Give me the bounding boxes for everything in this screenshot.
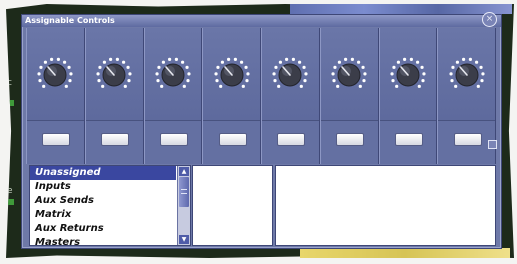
- control-strip: [378, 28, 438, 164]
- select-button[interactable]: [453, 133, 482, 146]
- background-footer: [300, 248, 510, 258]
- control-strip: [202, 28, 261, 164]
- select-button[interactable]: [277, 133, 306, 146]
- knob-area: [27, 28, 84, 121]
- select-button[interactable]: [101, 133, 130, 146]
- close-icon[interactable]: ×: [482, 12, 497, 27]
- select-button[interactable]: [42, 133, 71, 146]
- knob-area: [144, 28, 202, 121]
- rotary-knob-icon[interactable]: [389, 56, 427, 94]
- channel-list[interactable]: [192, 165, 273, 246]
- list-item[interactable]: Masters: [30, 236, 176, 245]
- select-button[interactable]: [159, 133, 188, 146]
- control-strips: [26, 28, 496, 164]
- rotary-knob-icon[interactable]: [95, 56, 133, 94]
- list-item[interactable]: Unassigned: [30, 166, 176, 180]
- list-item[interactable]: Aux Sends: [30, 194, 176, 208]
- control-strip: [26, 28, 85, 164]
- resize-corner-icon[interactable]: [488, 140, 497, 149]
- control-strip: [261, 28, 320, 164]
- select-button[interactable]: [336, 133, 365, 146]
- select-button[interactable]: [394, 133, 423, 146]
- knob-area: [379, 28, 437, 121]
- rotary-knob-icon[interactable]: [448, 56, 486, 94]
- list-item[interactable]: Inputs: [30, 180, 176, 194]
- scroll-down-icon[interactable]: ▼: [179, 235, 189, 244]
- background-indicator: [6, 199, 14, 205]
- scroll-thumb[interactable]: [179, 177, 189, 207]
- knob-area: [438, 28, 495, 121]
- knob-area: [262, 28, 319, 121]
- rotary-knob-icon[interactable]: [271, 56, 309, 94]
- window-titlebar[interactable]: Assignable Controls ×: [22, 12, 501, 27]
- category-list[interactable]: Unassigned Inputs Aux Sends Matrix Aux Retur…: [29, 165, 191, 246]
- list-item[interactable]: Aux Returns: [30, 222, 176, 236]
- background-label: e: [7, 186, 13, 196]
- select-button[interactable]: [218, 133, 247, 146]
- assignable-controls-window: Assignable Controls × Unassigned Inputs Au…: [21, 12, 502, 249]
- background-toolbar: [290, 4, 512, 14]
- parameter-list[interactable]: [275, 165, 496, 246]
- category-scrollbar[interactable]: ▲ ▼: [177, 166, 190, 245]
- knob-area: [85, 28, 143, 121]
- control-strip: [143, 28, 203, 164]
- background-indicator: [6, 100, 14, 106]
- list-item[interactable]: Matrix: [30, 208, 176, 222]
- assignment-lists: Unassigned Inputs Aux Sends Matrix Aux Retur…: [29, 165, 496, 246]
- background-label: c: [7, 78, 12, 88]
- rotary-knob-icon[interactable]: [330, 56, 368, 94]
- window-title: Assignable Controls: [25, 16, 115, 25]
- knob-area: [320, 28, 378, 121]
- rotary-knob-icon[interactable]: [213, 56, 251, 94]
- rotary-knob-icon[interactable]: [154, 56, 192, 94]
- scroll-up-icon[interactable]: ▲: [179, 167, 189, 176]
- control-strip: [319, 28, 379, 164]
- control-strip: [84, 28, 144, 164]
- knob-area: [203, 28, 260, 121]
- rotary-knob-icon[interactable]: [36, 56, 74, 94]
